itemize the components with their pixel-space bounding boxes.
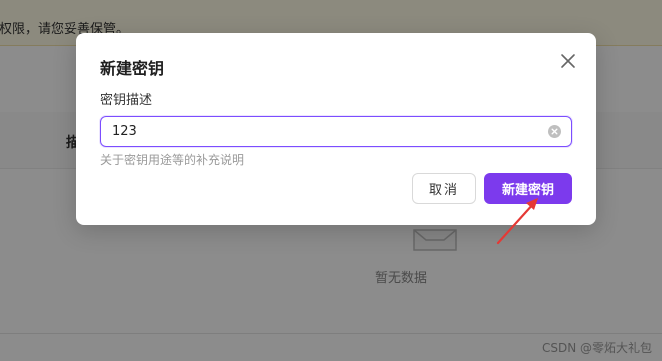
clear-input-icon[interactable] (548, 125, 561, 138)
close-icon[interactable] (560, 53, 576, 69)
annotation-arrow-icon (496, 198, 538, 245)
key-description-field (100, 116, 572, 147)
key-description-input[interactable] (112, 117, 542, 146)
key-description-help: 关于密钥用途等的补充说明 (100, 153, 245, 167)
cancel-button[interactable]: 取消 (412, 173, 476, 204)
dialog-title: 新建密钥 (100, 59, 165, 78)
key-description-label: 密钥描述 (100, 93, 153, 108)
